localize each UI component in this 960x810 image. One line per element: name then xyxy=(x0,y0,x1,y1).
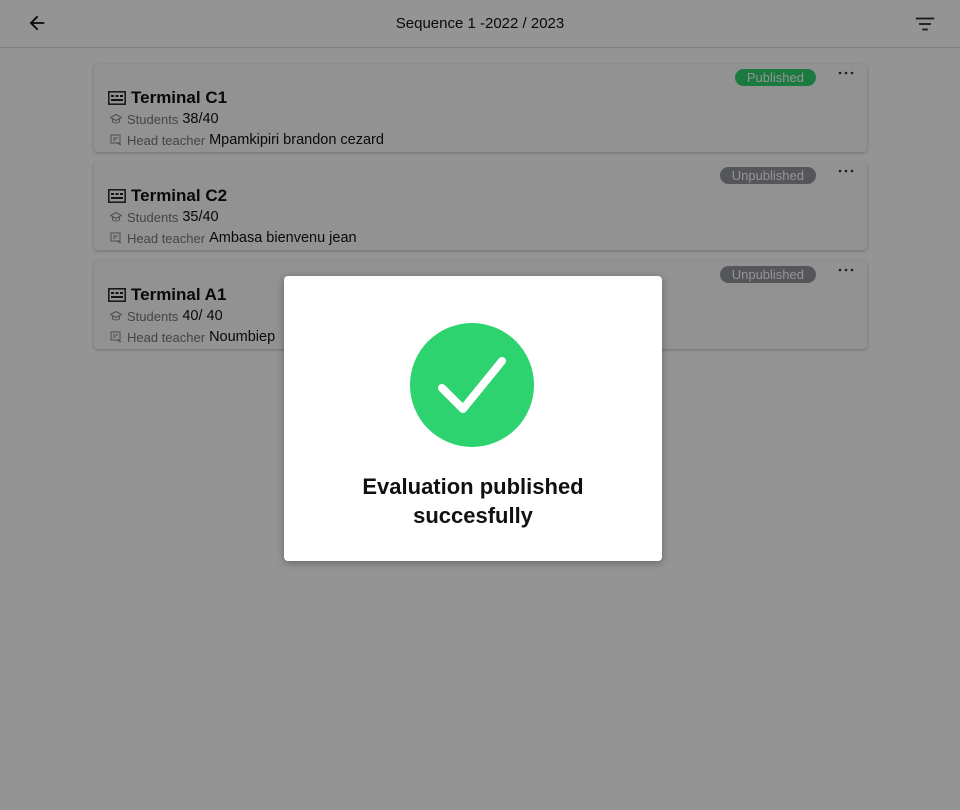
success-dialog: Evaluation published succesfully xyxy=(284,276,662,561)
check-circle-icon xyxy=(410,323,534,447)
success-message-line1: Evaluation published xyxy=(362,474,584,499)
success-message: Evaluation published succesfully xyxy=(304,472,642,530)
success-message-line2: succesfully xyxy=(413,503,533,528)
